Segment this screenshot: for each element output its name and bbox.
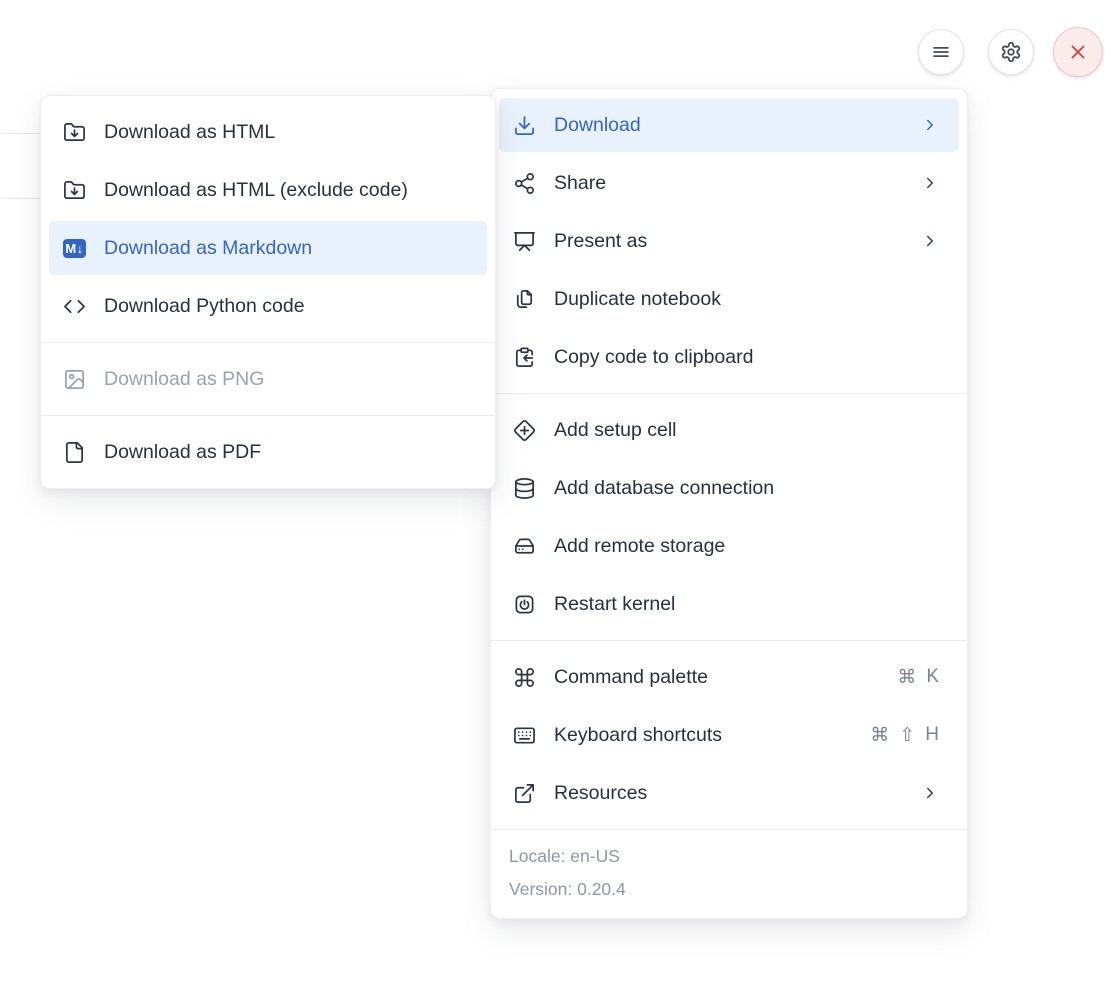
menu-item-download[interactable]: Download xyxy=(499,98,959,152)
download-icon xyxy=(513,114,536,137)
chevron-right-icon xyxy=(921,174,939,192)
menu-section: Command palette⌘KKeyboard shortcuts⌘⇧HRe… xyxy=(491,641,967,829)
download-submenu-panel: Download as HTML Download as HTML (exclud… xyxy=(40,95,496,489)
menu-footer: Locale: en-USVersion: 0.20.4 xyxy=(491,830,967,918)
menu-item-label: Download as HTML xyxy=(104,121,467,144)
close-icon xyxy=(1067,41,1089,63)
menu-item-label: Download Python code xyxy=(104,295,467,318)
duplicate-icon xyxy=(513,288,536,311)
gear-icon xyxy=(1000,41,1022,63)
command-icon xyxy=(513,666,536,689)
menu-item-keyboard-shortcuts[interactable]: Keyboard shortcuts ⌘ ⇧ H xyxy=(499,708,959,762)
page-rule-line xyxy=(0,198,41,199)
menu-item-label: Duplicate notebook xyxy=(554,288,939,311)
folder-down-icon xyxy=(63,121,86,144)
menu-item-present-as[interactable]: Present as xyxy=(499,214,959,268)
share-icon xyxy=(513,172,536,195)
menu-item-command-palette[interactable]: Command palette⌘K xyxy=(499,650,959,704)
shortcut-key: ⌘ xyxy=(870,724,889,747)
menu-item-add-remote-storage[interactable]: Add remote storage xyxy=(499,519,959,573)
submenu-item-download-as-png: Download as PNG xyxy=(49,352,487,406)
menu-item-add-database-connection[interactable]: Add database connection xyxy=(499,461,959,515)
shortcut-key: H xyxy=(925,724,939,746)
menu-item-label: Command palette xyxy=(554,666,879,689)
menu-item-resources[interactable]: Resources xyxy=(499,766,959,820)
submenu-item-download-as-markdown[interactable]: M↓ Download as Markdown xyxy=(49,221,487,275)
menu-item-label: Restart kernel xyxy=(554,593,939,616)
keyboard-icon xyxy=(513,724,536,747)
app-screen: Download Share Present as Duplicate noteboo… xyxy=(0,0,1118,984)
menu-item-label: Download as PNG xyxy=(104,368,467,391)
menu-item-copy-code-to-clipboard[interactable]: Copy code to clipboard xyxy=(499,330,959,384)
menu-item-share[interactable]: Share xyxy=(499,156,959,210)
shortcut-key: K xyxy=(926,666,939,688)
shortcut-key: ⌘ xyxy=(897,666,916,689)
external-link-icon xyxy=(513,782,536,805)
chevron-right-icon xyxy=(921,116,939,134)
submenu-item-download-as-html-exclude-code[interactable]: Download as HTML (exclude code) xyxy=(49,163,487,217)
menu-item-label: Copy code to clipboard xyxy=(554,346,939,369)
diamond-plus-icon xyxy=(513,419,536,442)
submenu-item-download-as-pdf[interactable]: Download as PDF xyxy=(49,425,487,479)
menu-section: Download as PDF xyxy=(41,416,495,488)
hard-drive-icon xyxy=(513,535,536,558)
menu-item-label: Download xyxy=(554,114,903,137)
menu-section: Download as HTML Download as HTML (exclud… xyxy=(41,96,495,342)
menu-section: Download as PNG xyxy=(41,343,495,415)
close-button[interactable] xyxy=(1053,27,1103,77)
keyboard-shortcut-hint: ⌘ ⇧ H xyxy=(870,724,939,747)
menu-item-label: Add remote storage xyxy=(554,535,939,558)
menu-item-restart-kernel[interactable]: Restart kernel xyxy=(499,577,959,631)
chevron-right-icon xyxy=(921,784,939,802)
menu-item-label: Add setup cell xyxy=(554,419,939,442)
code-icon xyxy=(63,295,86,318)
markdown-download-icon: M↓ xyxy=(63,237,86,260)
menu-section: Add setup cell Add database connection Add… xyxy=(491,394,967,640)
locale-text: Locale: en-US xyxy=(509,840,949,873)
menu-section: Download Share Present as Duplicate noteboo… xyxy=(491,89,967,393)
menu-item-label: Keyboard shortcuts xyxy=(554,724,852,747)
menu-item-label: Download as PDF xyxy=(104,441,467,464)
menu-item-label: Download as HTML (exclude code) xyxy=(104,179,467,202)
shortcut-key: ⇧ xyxy=(899,724,915,747)
power-square-icon xyxy=(513,593,536,616)
menu-item-label: Download as Markdown xyxy=(104,237,467,260)
clipboard-arrow-icon xyxy=(513,346,536,369)
menu-button[interactable] xyxy=(918,29,964,75)
settings-button[interactable] xyxy=(988,29,1034,75)
page-rule-line xyxy=(0,133,41,134)
database-icon xyxy=(513,477,536,500)
presentation-icon xyxy=(513,230,536,253)
submenu-item-download-as-html[interactable]: Download as HTML xyxy=(49,105,487,159)
file-icon xyxy=(63,441,86,464)
image-icon xyxy=(63,368,86,391)
version-text: Version: 0.20.4 xyxy=(509,873,949,906)
hamburger-menu-icon xyxy=(930,41,952,63)
menu-item-add-setup-cell[interactable]: Add setup cell xyxy=(499,403,959,457)
main-menu-panel: Download Share Present as Duplicate noteboo… xyxy=(490,88,968,919)
markdown-download-icon: M↓ xyxy=(63,239,86,258)
keyboard-shortcut-hint: ⌘K xyxy=(897,666,939,689)
menu-item-label: Share xyxy=(554,172,903,195)
menu-item-label: Present as xyxy=(554,230,903,253)
menu-item-label: Resources xyxy=(554,782,903,805)
submenu-item-download-python-code[interactable]: Download Python code xyxy=(49,279,487,333)
menu-item-duplicate-notebook[interactable]: Duplicate notebook xyxy=(499,272,959,326)
folder-down-icon xyxy=(63,179,86,202)
chevron-right-icon xyxy=(921,232,939,250)
menu-item-label: Add database connection xyxy=(554,477,939,500)
